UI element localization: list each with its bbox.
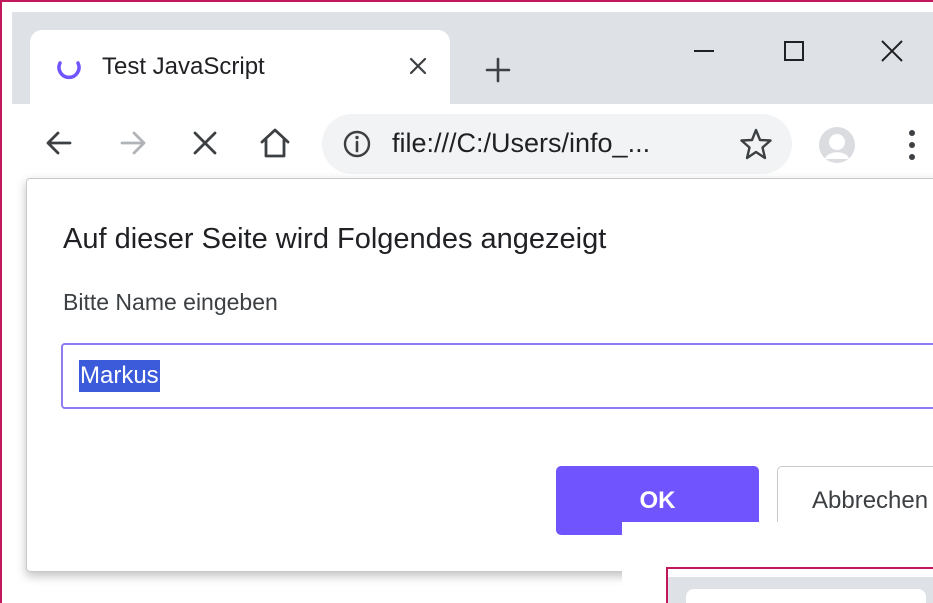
maximize-button[interactable]: [769, 26, 819, 76]
input-value: Markus: [79, 360, 160, 392]
close-icon: [193, 131, 217, 155]
window-close-button[interactable]: [867, 26, 917, 76]
minimize-button[interactable]: [679, 26, 729, 76]
name-input[interactable]: Markus: [61, 343, 933, 409]
plus-icon: [485, 57, 511, 83]
tab-test-javascript[interactable]: Test JavaScript: [30, 30, 450, 104]
home-icon: [260, 128, 290, 158]
new-tab-button[interactable]: [478, 50, 518, 90]
maximize-icon: [784, 41, 804, 61]
forward-button[interactable]: [110, 120, 156, 166]
minimize-icon: [694, 50, 714, 52]
home-button[interactable]: [252, 120, 298, 166]
address-bar[interactable]: file:///C:/Users/info_...: [322, 114, 792, 174]
tab-title: Test JavaScript: [102, 53, 265, 80]
prompt-dialog: Auf dieser Seite wird Folgendes angezeig…: [26, 178, 933, 572]
dialog-title: Auf dieser Seite wird Folgendes angezeig…: [63, 223, 607, 255]
arrow-left-icon: [46, 131, 72, 155]
browser-toolbar: file:///C:/Users/info_...: [12, 104, 933, 182]
tab-close-button[interactable]: [400, 48, 436, 84]
arrow-right-icon: [120, 131, 146, 155]
dialog-message: Bitte Name eingeben: [63, 289, 278, 315]
profile-icon[interactable]: [818, 126, 856, 164]
tab-strip: Test JavaScript: [12, 12, 933, 104]
loading-spinner-icon: [57, 61, 81, 80]
close-icon: [409, 57, 427, 75]
info-icon[interactable]: [342, 129, 372, 159]
background-browser-window: [622, 522, 933, 603]
star-icon[interactable]: [738, 126, 774, 162]
url-text[interactable]: file:///C:/Users/info_...: [392, 128, 650, 159]
close-icon: [881, 40, 903, 62]
stop-loading-button[interactable]: [182, 120, 228, 166]
back-button[interactable]: [36, 120, 82, 166]
background-tab[interactable]: [686, 589, 926, 603]
more-vertical-icon[interactable]: [902, 128, 922, 162]
background-window-frame: [666, 567, 933, 603]
background-tab-strip: [668, 577, 933, 603]
